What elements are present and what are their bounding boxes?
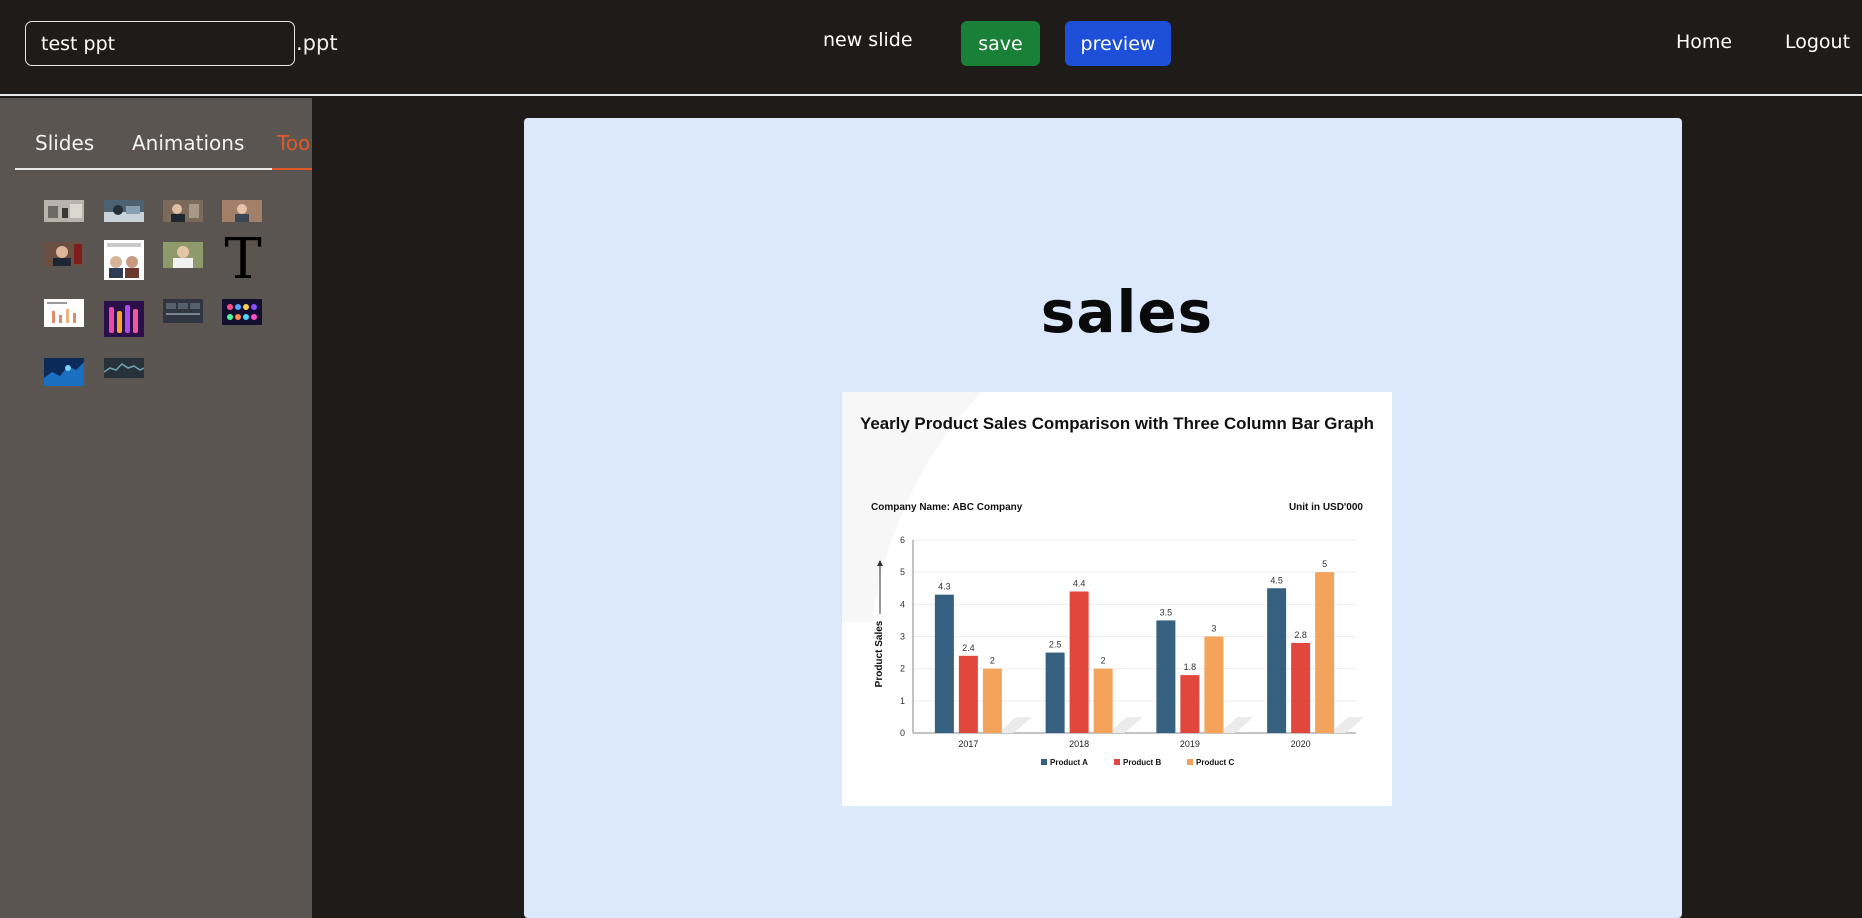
data-label: 2.5 [1049, 640, 1062, 650]
data-label: 5 [1322, 559, 1327, 569]
toolbox-image-11[interactable] [163, 299, 203, 323]
toolbox-image-9[interactable] [44, 299, 84, 327]
legend-label: Product B [1123, 758, 1161, 767]
bar-product-b-2017 [958, 655, 978, 733]
bar-product-c-2020 [1315, 572, 1335, 733]
data-label: 2 [1101, 656, 1106, 666]
toolbox-image-7[interactable] [163, 242, 203, 268]
toolbox-image-12[interactable] [222, 299, 262, 325]
toolbox-image-14[interactable] [104, 358, 144, 378]
bar-chart: Yearly Product Sales Comparison with Thr… [842, 392, 1374, 806]
top-bar: .ppt new slide save preview Home Logout [0, 0, 1862, 96]
slide-canvas[interactable]: sales Yearly Product Sales Comparison wi… [524, 118, 1682, 918]
toolbox-image-6[interactable] [104, 240, 144, 280]
bar-product-c-2017 [982, 668, 1002, 733]
toolbox-image-3[interactable] [163, 200, 203, 222]
slide-title[interactable]: sales [524, 278, 1682, 346]
bar-shadow [1330, 717, 1365, 733]
data-label: 1.8 [1184, 662, 1197, 672]
data-label: 3.5 [1160, 607, 1173, 617]
y-tick-label: 0 [900, 728, 905, 738]
bar-product-a-2018 [1045, 652, 1065, 733]
file-extension: .ppt [296, 31, 338, 55]
save-button[interactable]: save [961, 21, 1040, 66]
y-tick-label: 3 [900, 632, 905, 642]
slide-chart-image[interactable]: Yearly Product Sales Comparison with Thr… [842, 392, 1392, 806]
toolbox-image-2[interactable] [104, 200, 144, 222]
bar-product-c-2018 [1093, 668, 1113, 733]
new-slide-button[interactable]: new slide [823, 29, 913, 51]
y-tick-label: 4 [900, 599, 905, 609]
x-tick-label: 2017 [958, 739, 978, 749]
company-label: Company Name: ABC Company [871, 502, 1023, 513]
data-label: 4.5 [1270, 575, 1283, 585]
bar-product-b-2019 [1180, 675, 1200, 733]
tab-animations[interactable]: Animations [132, 131, 244, 155]
logout-link[interactable]: Logout [1785, 31, 1850, 53]
data-label: 2.4 [962, 643, 975, 653]
bar-product-c-2019 [1204, 636, 1224, 733]
bar-product-a-2017 [934, 594, 954, 733]
toolbox-image-5[interactable] [44, 242, 84, 266]
sidebar: Slides Animations Toolbox T [0, 98, 386, 918]
y-tick-label: 6 [900, 535, 905, 545]
legend-swatch [1041, 759, 1047, 765]
chart-title: Yearly Product Sales Comparison with Thr… [860, 414, 1374, 433]
toolbox-image-13[interactable] [44, 358, 84, 386]
bar-product-a-2020 [1267, 588, 1287, 733]
y-tick-label: 2 [900, 664, 905, 674]
bar-product-b-2020 [1291, 642, 1311, 733]
toolbox-image-10[interactable] [104, 301, 144, 337]
data-label: 2 [990, 656, 995, 666]
text-tool-icon[interactable]: T [218, 232, 268, 288]
data-label: 2.8 [1294, 630, 1307, 640]
legend-label: Product C [1196, 758, 1234, 767]
preview-button[interactable]: preview [1065, 21, 1171, 66]
x-tick-label: 2019 [1180, 739, 1200, 749]
x-tick-label: 2018 [1069, 739, 1089, 749]
legend-swatch [1114, 759, 1120, 765]
unit-label: Unit in USD'000 [1289, 502, 1363, 513]
tab-slides[interactable]: Slides [35, 131, 94, 155]
y-tick-label: 5 [900, 567, 905, 577]
toolbox-image-1[interactable] [44, 200, 84, 222]
legend-label: Product A [1050, 758, 1088, 767]
bar-shadow [1108, 717, 1143, 733]
data-label: 4.4 [1073, 578, 1086, 588]
data-label: 3 [1211, 624, 1216, 634]
bar-shadow [997, 717, 1032, 733]
filename-input[interactable] [25, 21, 295, 66]
bar-product-b-2018 [1069, 591, 1089, 733]
data-label: 4.3 [938, 582, 951, 592]
legend-swatch [1187, 759, 1193, 765]
y-axis-label: Product Sales [874, 620, 885, 687]
home-link[interactable]: Home [1676, 31, 1732, 53]
bar-product-a-2019 [1156, 620, 1176, 733]
toolbox-image-4[interactable] [222, 200, 262, 222]
y-tick-label: 1 [900, 696, 905, 706]
bar-shadow [1219, 717, 1254, 733]
x-tick-label: 2020 [1291, 739, 1311, 749]
